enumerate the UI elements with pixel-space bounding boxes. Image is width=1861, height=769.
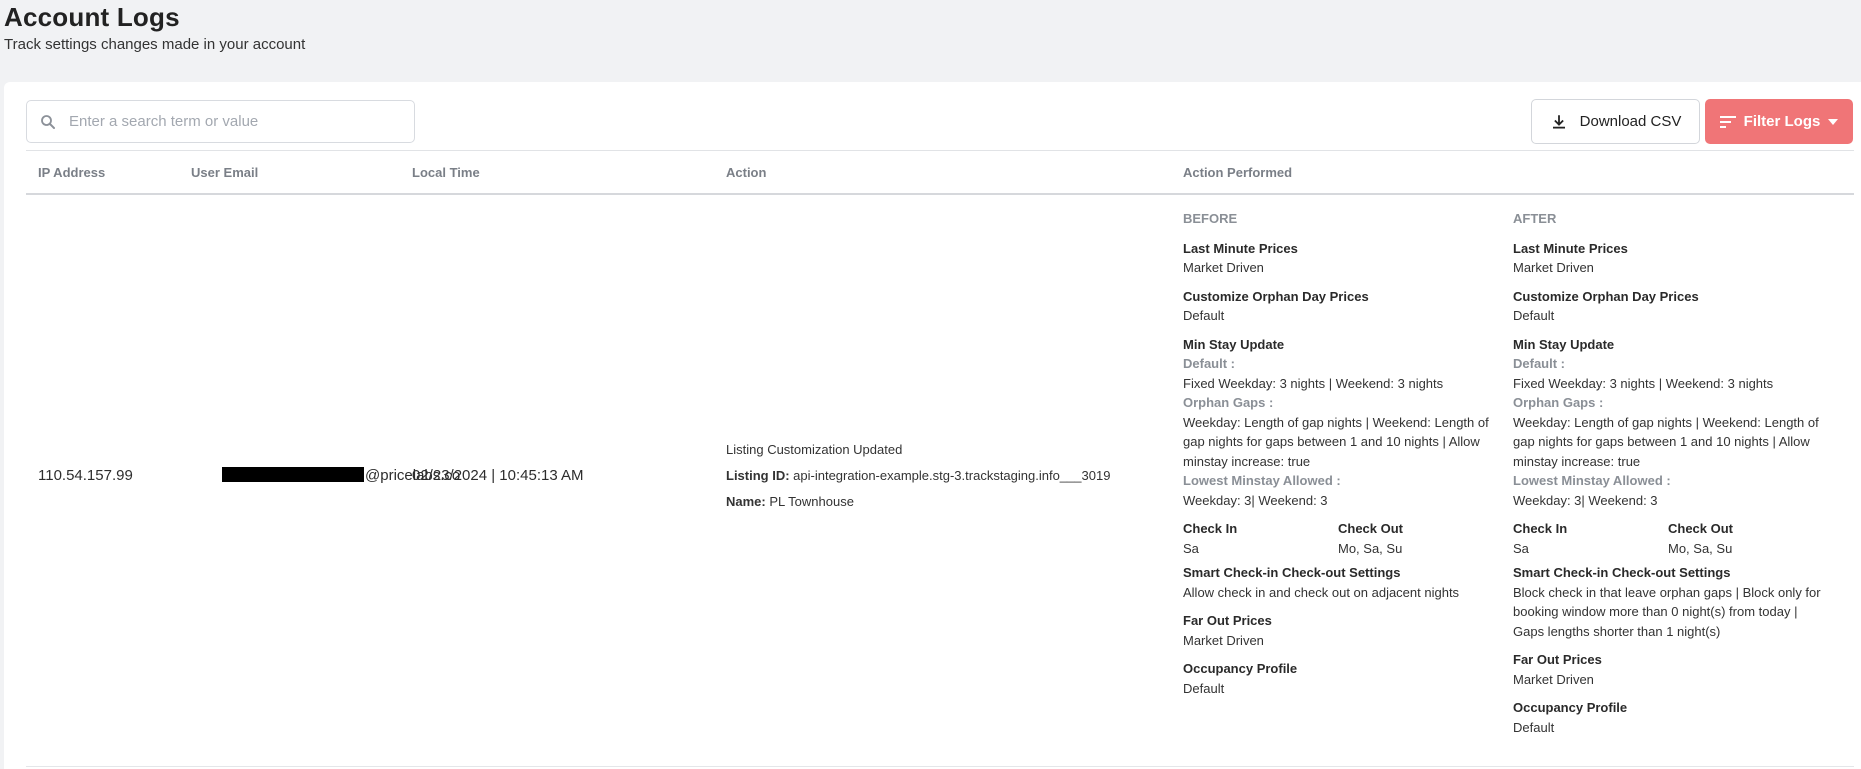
- listing-id-label: Listing ID:: [726, 468, 790, 483]
- download-csv-label: Download CSV: [1579, 113, 1682, 130]
- field-label: Far Out Prices: [1513, 652, 1602, 667]
- field-value: Weekday: Length of gap nights | Weekend:…: [1513, 414, 1819, 469]
- field-label: Occupancy Profile: [1513, 700, 1628, 715]
- far-out-prices: Far Out Prices Market Driven: [1183, 611, 1493, 650]
- occupancy-profile: Occupancy Profile Default: [1183, 659, 1493, 698]
- field-label: Smart Check-in Check-out Settings: [1183, 565, 1401, 580]
- field-value: Fixed Weekday: 3 nights | Weekend: 3 nig…: [1183, 375, 1444, 391]
- field-value: Fixed Weekday: 3 nights | Weekend: 3 nig…: [1513, 375, 1774, 391]
- filter-logs-label: Filter Logs: [1743, 113, 1821, 130]
- field-label: Check Out: [1338, 521, 1404, 536]
- field-value: Default: [1513, 308, 1555, 323]
- last-minute-prices: Last Minute Prices Market Driven: [1513, 239, 1823, 278]
- smart-check-settings: Smart Check-in Check-out Settings Block …: [1513, 563, 1823, 641]
- field-label: Check Out: [1668, 521, 1734, 536]
- field-label: Check In: [1183, 521, 1238, 536]
- logs-table: IP Address User Email Local Time Action …: [26, 150, 1854, 767]
- field-value: Market Driven: [1183, 260, 1264, 275]
- action-title: Listing Customization Updated: [726, 442, 903, 457]
- field-label: Occupancy Profile: [1183, 661, 1298, 676]
- listing-name-value: PL Townhouse: [769, 494, 854, 509]
- field-value: Mo, Sa, Su: [1338, 540, 1403, 556]
- field-label: Check In: [1513, 521, 1568, 536]
- column-header-action-performed: Action Performed: [1183, 165, 1293, 180]
- listing-id-value: api-integration-example.stg-3.trackstagi…: [793, 468, 1111, 483]
- min-stay-update: Min Stay Update Default : Fixed Weekday:…: [1513, 335, 1823, 511]
- sub-label: Default :: [1513, 356, 1565, 371]
- after-panel: AFTER Last Minute Prices Market Driven C…: [1513, 209, 1823, 746]
- column-header-local-time: Local Time: [412, 165, 480, 180]
- column-header-ip: IP Address: [38, 165, 106, 180]
- caret-down-icon: [1828, 118, 1839, 125]
- listing-name-label: Name:: [726, 494, 766, 509]
- check-in-out: Check In Sa Check Out Mo, Sa, Su: [1513, 519, 1823, 558]
- ip-address: 110.54.157.99: [38, 467, 133, 484]
- field-value: Market Driven: [1183, 632, 1264, 648]
- field-label: Min Stay Update: [1513, 336, 1615, 352]
- field-value: Default: [1183, 308, 1225, 323]
- before-heading: BEFORE: [1183, 211, 1238, 226]
- last-minute-prices: Last Minute Prices Market Driven: [1183, 239, 1493, 278]
- field-value: Block check in that leave orphan gaps | …: [1513, 584, 1821, 639]
- field-label: Min Stay Update: [1183, 336, 1285, 352]
- redaction-bar: [222, 467, 364, 482]
- sub-label: Orphan Gaps :: [1513, 395, 1604, 410]
- search-input[interactable]: [69, 113, 389, 130]
- page-title: Account Logs: [4, 2, 180, 32]
- sub-label: Lowest Minstay Allowed :: [1183, 473, 1341, 488]
- field-value: Weekday: 3| Weekend: 3: [1513, 492, 1658, 508]
- after-heading: AFTER: [1513, 211, 1557, 226]
- column-header-action: Action: [726, 165, 767, 180]
- check-in-out: Check In Sa Check Out Mo, Sa, Su: [1183, 519, 1493, 558]
- search-icon: [41, 114, 55, 129]
- field-value: Weekday: Length of gap nights | Weekend:…: [1183, 414, 1489, 469]
- min-stay-update: Min Stay Update Default : Fixed Weekday:…: [1183, 335, 1493, 511]
- field-label: Far Out Prices: [1183, 613, 1272, 628]
- sub-label: Lowest Minstay Allowed :: [1513, 473, 1671, 488]
- page-subtitle: Track settings changes made in your acco…: [4, 36, 306, 53]
- listing-name: Name: PL Townhouse: [726, 493, 1110, 511]
- field-value: Weekday: 3| Weekend: 3: [1183, 492, 1328, 508]
- occupancy-profile: Occupancy Profile Default: [1513, 698, 1823, 737]
- page-header: Account Logs Track settings changes made…: [4, 0, 305, 53]
- far-out-prices: Far Out Prices Market Driven: [1513, 650, 1823, 689]
- action-details: Listing Customization Updated Listing ID…: [726, 441, 1110, 519]
- field-label: Last Minute Prices: [1513, 240, 1628, 256]
- before-panel: BEFORE Last Minute Prices Market Driven …: [1183, 209, 1493, 707]
- search-box[interactable]: [26, 100, 415, 143]
- field-value: Default: [1513, 719, 1555, 735]
- field-label: Customize Orphan Day Prices: [1183, 288, 1369, 304]
- download-icon: [1552, 114, 1565, 129]
- field-value: Default: [1183, 680, 1225, 696]
- column-header-email: User Email: [191, 165, 259, 180]
- table-row: 110.54.157.99 @pricelabs.co 02/23/2024 |…: [26, 195, 1854, 767]
- field-label: Last Minute Prices: [1183, 240, 1298, 256]
- field-value: Sa: [1513, 540, 1529, 556]
- table-header: IP Address User Email Local Time Action …: [26, 150, 1854, 195]
- download-csv-button[interactable]: Download CSV: [1531, 99, 1700, 144]
- filter-logs-button[interactable]: Filter Logs: [1705, 99, 1853, 144]
- orphan-day-prices: Customize Orphan Day Prices Default: [1513, 287, 1823, 326]
- field-value: Market Driven: [1513, 671, 1594, 687]
- logs-card: Download CSV Filter Logs IP Address User…: [4, 82, 1861, 769]
- smart-check-settings: Smart Check-in Check-out Settings Allow …: [1183, 563, 1493, 602]
- sub-label: Orphan Gaps :: [1183, 395, 1274, 410]
- field-label: Smart Check-in Check-out Settings: [1513, 565, 1731, 580]
- filter-lines-icon: [1719, 115, 1736, 128]
- field-label: Customize Orphan Day Prices: [1513, 288, 1699, 304]
- field-value: Market Driven: [1513, 260, 1594, 275]
- listing-id: Listing ID: api-integration-example.stg-…: [726, 467, 1110, 485]
- orphan-day-prices: Customize Orphan Day Prices Default: [1183, 287, 1493, 326]
- field-value: Mo, Sa, Su: [1668, 540, 1733, 556]
- field-value: Allow check in and check out on adjacent…: [1183, 584, 1460, 600]
- field-value: Sa: [1183, 540, 1199, 556]
- sub-label: Default :: [1183, 356, 1235, 371]
- local-time: 02/23/2024 | 10:45:13 AM: [412, 467, 584, 484]
